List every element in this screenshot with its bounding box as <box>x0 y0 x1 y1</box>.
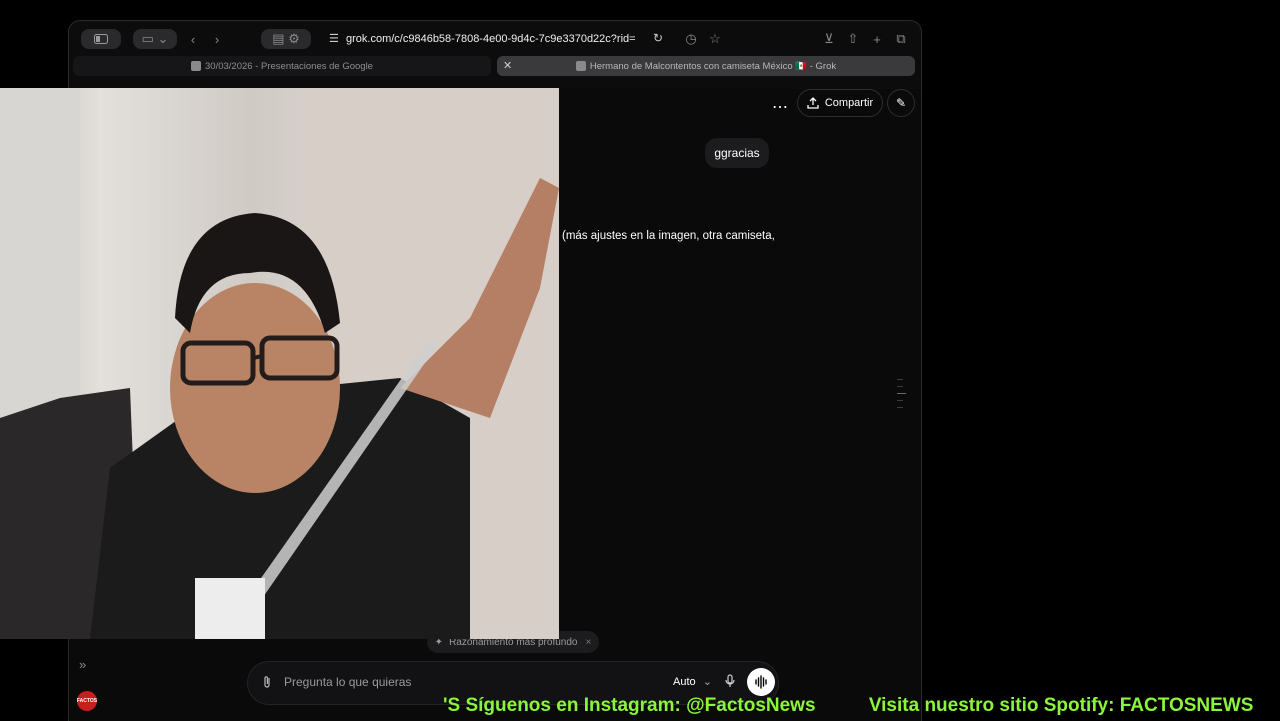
back-icon[interactable]: ‹ <box>183 29 203 49</box>
prompt-input[interactable] <box>282 674 646 690</box>
page-tools-icon[interactable]: ▤ ⚙ <box>261 29 311 49</box>
tab-grok[interactable]: ✕ Hermano de Malcontentos con camiseta M… <box>497 56 915 76</box>
user-message: ggracias <box>705 138 769 168</box>
more-options-icon[interactable]: ⋯ <box>769 99 791 121</box>
microphone-icon[interactable] <box>725 674 735 691</box>
forward-icon[interactable]: › <box>207 29 227 49</box>
factos-logo: FACTOS <box>77 691 97 711</box>
download-icon[interactable]: ⊻ <box>819 29 839 49</box>
new-chat-button[interactable]: ✎ <box>887 89 915 117</box>
model-label: Auto <box>673 676 696 688</box>
chevron-down-icon: ⌄ <box>702 676 712 688</box>
new-tab-icon[interactable]: + <box>867 29 887 49</box>
attach-icon[interactable] <box>262 675 272 692</box>
waveform-icon <box>755 675 767 689</box>
page-menu-icon[interactable]: ☰ <box>329 32 339 45</box>
webcam-overlay <box>0 88 559 639</box>
ticker-item: Visita nuestro sitio Spotify: FACTOSNEWS <box>868 695 1254 716</box>
model-select[interactable]: Auto ⌄ <box>673 675 712 688</box>
ticker-item: 'S Síguenos en Instagram: @FactosNews <box>443 695 816 716</box>
tab-title: 30/03/2026 - Presentaciones de Google <box>205 60 373 72</box>
person-video-frame <box>0 88 559 639</box>
history-icon[interactable]: ◷ <box>681 29 701 49</box>
address-bar[interactable]: ☰ grok.com/c/c9846b58-7808-4e00-9d4c-7c9… <box>321 27 669 51</box>
share-icon[interactable]: ⇧ <box>843 29 863 49</box>
close-tab-icon[interactable]: ✕ <box>503 59 512 72</box>
tab-title: Hermano de Malcontentos con camiseta Méx… <box>589 60 837 72</box>
tab-overview-icon[interactable]: ⧉ <box>891 29 911 49</box>
share-label: Compartir <box>824 97 874 109</box>
tab-presentaciones[interactable]: 30/03/2026 - Presentaciones de Google <box>73 56 491 76</box>
sidebar-toggle-icon[interactable] <box>81 29 121 49</box>
tab-groups-icon[interactable]: ▭ ⌄ <box>133 29 177 49</box>
voice-mode-button[interactable] <box>747 668 775 696</box>
news-ticker: 'S Síguenos en Instagram: @FactosNews Vi… <box>443 694 1280 720</box>
user-message-text: ggracias <box>714 146 760 160</box>
upload-icon <box>807 97 819 109</box>
browser-toolbar: ▭ ⌄ ‹ › ▤ ⚙ ☰ grok.com/c/c9846b58-7808-4… <box>69 21 921 57</box>
conversation-scroll-markers[interactable] <box>897 379 907 414</box>
edit-icon: ✎ <box>895 96 907 110</box>
url-text: grok.com/c/c9846b58-7808-4e00-9d4c-7c9e3… <box>346 33 636 45</box>
bookmark-star-icon[interactable]: ☆ <box>705 29 725 49</box>
expand-sidebar-icon[interactable]: » <box>79 657 86 672</box>
grok-icon <box>575 61 586 71</box>
assistant-message: (más ajustes en la imagen, otra camiseta… <box>562 230 775 242</box>
share-button[interactable]: Compartir <box>797 89 883 117</box>
close-chip-icon[interactable]: × <box>585 637 591 648</box>
google-slides-icon <box>191 61 202 71</box>
tab-bar: 30/03/2026 - Presentaciones de Google ✕ … <box>73 56 915 76</box>
reload-icon[interactable]: ↻ <box>653 31 663 45</box>
